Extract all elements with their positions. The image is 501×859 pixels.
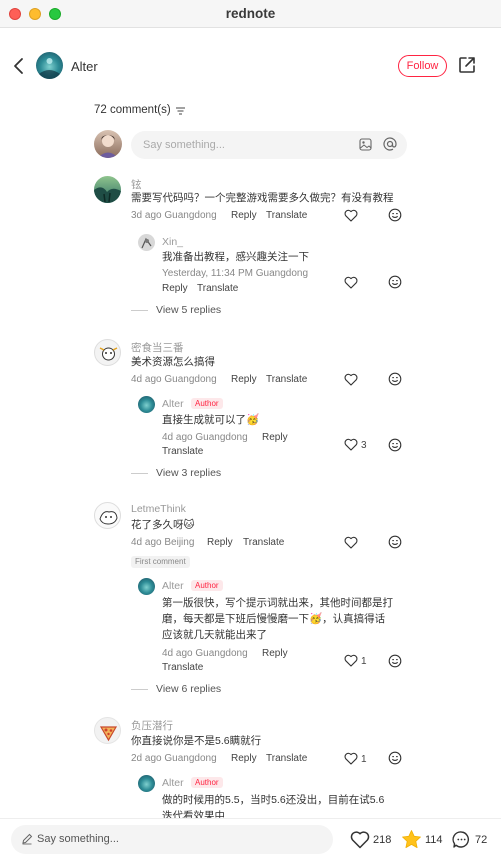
divider: [131, 310, 148, 311]
comment-avatar[interactable]: [94, 717, 121, 744]
like-count: 1: [361, 656, 367, 667]
like-count-total: 218: [373, 834, 392, 846]
comment-username[interactable]: LetmeThink: [131, 503, 186, 515]
comment-avatar[interactable]: [94, 176, 121, 203]
reply-meta: 4d ago Guangdong: [162, 432, 248, 443]
reply-text-line-2: 磨，每天都是下班后慢慢磨一下🥳，认真搞得话: [162, 613, 386, 625]
reply-text: 直接生成就可以了🥳: [162, 414, 260, 426]
translate-button[interactable]: Translate: [197, 283, 238, 294]
pencil-icon: [22, 833, 33, 845]
comment-meta: 4d ago Guangdong: [131, 374, 217, 385]
reply-avatar[interactable]: [138, 578, 155, 595]
comment-bubble-icon[interactable]: [452, 830, 471, 849]
reply-meta: 4d ago Guangdong: [162, 648, 248, 659]
reply-button[interactable]: Reply: [231, 374, 257, 385]
sort-icon[interactable]: [175, 106, 186, 116]
back-arrow-icon[interactable]: [12, 57, 26, 75]
reply-username[interactable]: Alter: [162, 580, 184, 592]
author-name[interactable]: Alter: [71, 59, 98, 74]
heart-icon[interactable]: [344, 209, 358, 222]
translate-button[interactable]: Translate: [243, 537, 284, 548]
translate-button[interactable]: Translate: [266, 753, 307, 764]
reply-text-line-1: 做的时候用的5.5，当时5.6还没出，目前在试5.6: [162, 794, 385, 806]
reply-button[interactable]: Reply: [207, 537, 233, 548]
share-icon[interactable]: [457, 55, 477, 75]
translate-button[interactable]: Translate: [162, 662, 203, 673]
comment-text: 花了多久呀🐱: [131, 519, 195, 531]
reply-username[interactable]: Xin_: [162, 236, 183, 248]
author-badge: Author: [191, 777, 223, 788]
reply-button[interactable]: Reply: [162, 283, 188, 294]
translate-button[interactable]: Translate: [266, 210, 307, 221]
window-titlebar: rednote: [0, 0, 501, 28]
image-icon[interactable]: [359, 138, 372, 151]
comment-text: 美术资源怎么搞得: [131, 356, 215, 368]
comment-meta: 4d ago Beijing: [131, 537, 195, 548]
comment-count-total: 72: [475, 834, 488, 846]
like-count: 3: [361, 440, 367, 451]
reply-avatar[interactable]: [138, 775, 155, 792]
star-icon[interactable]: [401, 829, 422, 850]
reply-text-line-1: 第一版很快，写个提示词就出来，其他时间都是打: [162, 597, 393, 609]
author-badge: Author: [191, 580, 223, 591]
reply-username[interactable]: Alter: [162, 398, 184, 410]
first-comment-badge: First comment: [131, 556, 190, 568]
heart-icon[interactable]: [344, 752, 358, 765]
heart-icon[interactable]: [344, 373, 358, 386]
reply-button[interactable]: Reply: [231, 210, 257, 221]
heart-icon[interactable]: [344, 654, 358, 667]
reply-username[interactable]: Alter: [162, 777, 184, 789]
comment-text: 需要写代码吗？一个完整游戏需要多久做完？有没有教程: [131, 192, 394, 204]
comment-avatar[interactable]: [94, 339, 121, 366]
author-avatar[interactable]: [36, 52, 63, 79]
window-title: rednote: [225, 6, 276, 21]
react-smile-icon[interactable]: [388, 438, 402, 452]
reply-avatar[interactable]: [138, 396, 155, 413]
reply-text: 我准备出教程，感兴趣关注一下: [162, 251, 309, 263]
divider: [131, 473, 148, 474]
bottom-input-placeholder: Say something...: [37, 833, 119, 845]
author-badge: Author: [191, 398, 223, 409]
comment-count: 72 comment(s): [94, 104, 171, 116]
reply-avatar[interactable]: [138, 234, 155, 251]
view-replies-button[interactable]: View 6 replies: [156, 683, 221, 695]
reply-button[interactable]: Reply: [262, 432, 288, 443]
comment-meta: 2d ago Guangdong: [131, 753, 217, 764]
comment-avatar[interactable]: [94, 502, 121, 529]
comment-meta: 3d ago Guangdong: [131, 210, 217, 221]
follow-button[interactable]: Follow: [398, 55, 447, 77]
mention-icon[interactable]: [383, 137, 397, 151]
translate-button[interactable]: Translate: [162, 446, 203, 457]
view-replies-button[interactable]: View 3 replies: [156, 467, 221, 479]
like-icon[interactable]: [350, 830, 370, 849]
divider: [131, 689, 148, 690]
reply-meta: Yesterday, 11:34 PM Guangdong: [162, 268, 309, 279]
react-smile-icon[interactable]: [388, 751, 402, 765]
react-smile-icon[interactable]: [388, 654, 402, 668]
react-smile-icon[interactable]: [388, 372, 402, 386]
react-smile-icon[interactable]: [388, 275, 402, 289]
like-count: 1: [361, 754, 367, 765]
reply-text-line-3: 应该就几天就能出来了: [162, 629, 267, 641]
translate-button[interactable]: Translate: [266, 374, 307, 385]
heart-icon[interactable]: [344, 536, 358, 549]
heart-icon[interactable]: [344, 438, 358, 451]
comment-username[interactable]: 密食当三番: [131, 340, 184, 355]
reply-button[interactable]: Reply: [231, 753, 257, 764]
current-user-avatar: [94, 130, 122, 158]
comment-text: 你直接说你是不是5.6瞒就行: [131, 735, 262, 747]
react-smile-icon[interactable]: [388, 208, 402, 222]
react-smile-icon[interactable]: [388, 535, 402, 549]
heart-icon[interactable]: [344, 276, 358, 289]
star-count: 114: [425, 834, 443, 846]
reply-button[interactable]: Reply: [262, 648, 288, 659]
view-replies-button[interactable]: View 5 replies: [156, 304, 221, 316]
comment-username[interactable]: 负压潜行: [131, 718, 173, 733]
